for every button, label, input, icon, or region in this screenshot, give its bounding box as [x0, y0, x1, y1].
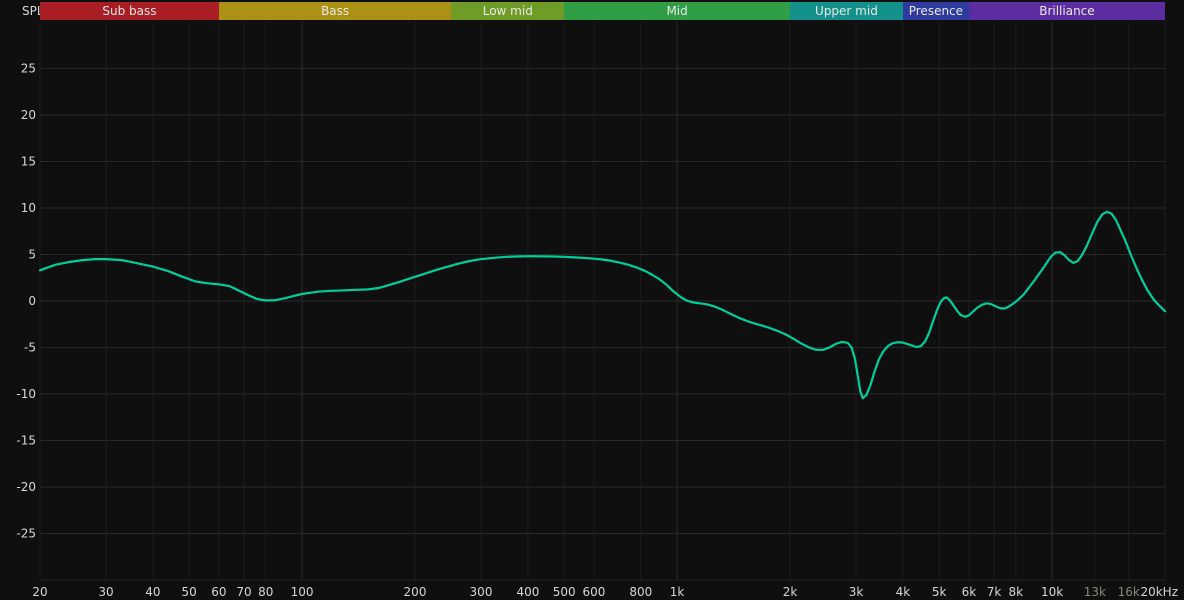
x-tick-label: 800: [629, 585, 652, 599]
x-tick-label: 80: [258, 585, 273, 599]
x-tick-label: 16k: [1118, 585, 1140, 599]
y-tick-label: -10: [16, 387, 36, 401]
x-tick-label: 20: [32, 585, 47, 599]
x-tick-label: 1k: [670, 585, 685, 599]
x-tick-label: 50: [182, 585, 197, 599]
x-tick-label: 2k: [783, 585, 798, 599]
x-tick-label: 400: [516, 585, 539, 599]
x-tick-label: 600: [582, 585, 605, 599]
x-tick-label: 7k: [987, 585, 1002, 599]
y-tick-label: 5: [28, 248, 36, 262]
x-tick-label: 3k: [849, 585, 864, 599]
x-tick-label: 100: [291, 585, 314, 599]
x-tick-label: 30: [98, 585, 113, 599]
x-tick-label: 8k: [1009, 585, 1024, 599]
x-tick-label: 60: [211, 585, 226, 599]
y-tick-label: -15: [16, 434, 36, 448]
x-tick-label: 5k: [932, 585, 947, 599]
x-tick-label: 300: [470, 585, 493, 599]
response-curve: [40, 212, 1165, 399]
y-tick-label: -25: [16, 527, 36, 541]
y-tick-label: -5: [24, 341, 36, 355]
y-tick-label: 0: [28, 294, 36, 308]
frequency-response-chart: SPL Sub bassBassLow midMidUpper midPrese…: [0, 0, 1184, 600]
x-tick-label: 70: [236, 585, 251, 599]
y-tick-label: 25: [21, 62, 36, 76]
y-tick-label: 20: [21, 108, 36, 122]
x-tick-label: 6k: [962, 585, 977, 599]
x-tick-label: 200: [404, 585, 427, 599]
y-tick-label: 10: [21, 201, 36, 215]
x-tick-label: 40: [145, 585, 160, 599]
x-tick-label: 13k: [1084, 585, 1106, 599]
x-tick-label: 4k: [896, 585, 911, 599]
x-tick-label: 500: [553, 585, 576, 599]
x-tick-label: 10k: [1041, 585, 1063, 599]
y-tick-label: 15: [21, 155, 36, 169]
y-tick-label: -20: [16, 480, 36, 494]
x-tick-label: 20kHz: [1140, 585, 1178, 599]
plot-svg: 203040506070801002003004005006008001k2k3…: [0, 0, 1184, 600]
